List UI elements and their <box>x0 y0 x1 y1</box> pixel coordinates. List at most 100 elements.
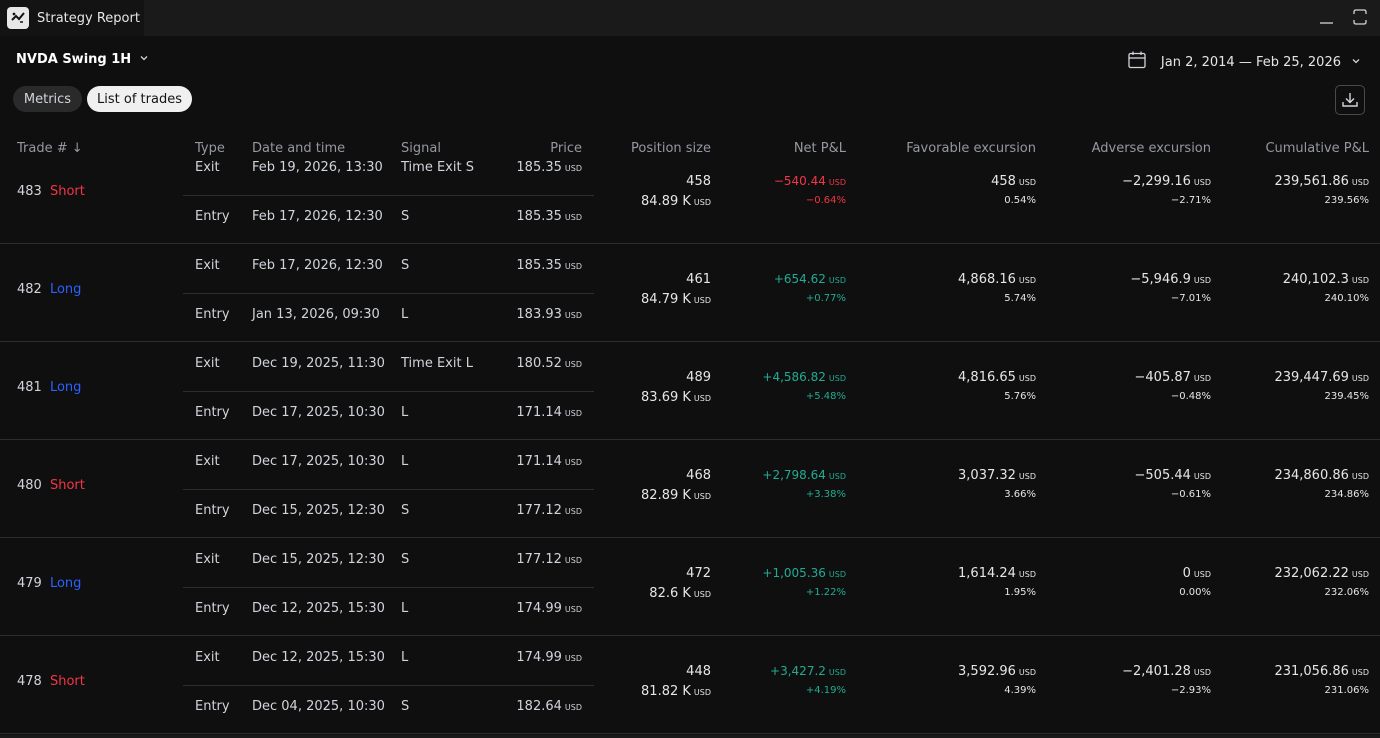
date-range-selector[interactable]: Jan 2, 2014 — Feb 25, 2026 <box>1127 50 1361 74</box>
app-logo-icon <box>7 7 29 29</box>
trade-number: 478 <box>17 674 42 689</box>
date-range-label: Jan 2, 2014 — Feb 25, 2026 <box>1160 54 1341 70</box>
maximize-icon[interactable] <box>1352 8 1372 28</box>
position-qty: 472 <box>686 566 711 581</box>
currency-label: USD <box>564 164 582 173</box>
favorable-excursion: 4,868.16 USD <box>958 272 1036 287</box>
exit-price: 171.14 USD <box>516 454 582 469</box>
currency-label: USD <box>564 458 582 467</box>
column-header-price: Price <box>550 141 582 156</box>
download-button[interactable] <box>1335 85 1365 115</box>
column-header-signal: Signal <box>401 141 441 156</box>
exit-price-value: 177.12 <box>516 552 562 567</box>
currency-label: USD <box>693 590 711 599</box>
entry-datetime: Jan 13, 2026, 09:30 <box>252 307 380 322</box>
cumulative-pl-value: 232,062.22 <box>1274 566 1349 581</box>
adverse-excursion-percent: −2.93% <box>1170 685 1211 696</box>
net-pl-value: +3,427.2 <box>770 664 826 678</box>
favorable-excursion: 4,816.65 USD <box>958 370 1036 385</box>
column-header-trade[interactable]: Trade # ↓ <box>17 141 83 156</box>
currency-label: USD <box>693 394 711 403</box>
net-pl: +4,586.82 USD <box>762 370 846 384</box>
strategy-name: NVDA Swing 1H <box>16 52 132 67</box>
cumulative-pl-percent: 240.10% <box>1324 293 1370 304</box>
entry-type: Entry <box>195 699 230 714</box>
tab-list-of-trades[interactable]: List of trades <box>87 86 192 112</box>
adverse-excursion-percent: −0.48% <box>1170 391 1211 402</box>
exit-datetime: Dec 19, 2025, 11:30 <box>252 356 385 371</box>
table-row[interactable]: 480 Short Exit Dec 17, 2025, 10:30 L 171… <box>0 440 1380 538</box>
net-pl: +654.62 USD <box>774 272 846 286</box>
tab-metrics[interactable]: Metrics <box>13 86 82 112</box>
position-value-amount: 82.89 K <box>641 488 691 503</box>
entry-datetime: Dec 17, 2025, 10:30 <box>252 405 385 420</box>
position-qty: 468 <box>686 468 711 483</box>
table-row[interactable]: 482 Long Exit Feb 17, 2026, 12:30 S 185.… <box>0 244 1380 342</box>
minimize-icon[interactable] <box>1318 8 1338 28</box>
table-row[interactable]: 483 Short Exit Feb 19, 2026, 13:30 Time … <box>0 158 1380 244</box>
trade-number-cell: 481 Long <box>17 380 81 395</box>
exit-signal: Time Exit S <box>401 160 474 175</box>
currency-label: USD <box>564 262 582 271</box>
favorable-excursion-value: 3,592.96 <box>958 664 1016 679</box>
entry-type: Entry <box>195 405 230 420</box>
currency-label: USD <box>1018 276 1036 285</box>
favorable-excursion-value: 4,868.16 <box>958 272 1016 287</box>
currency-label: USD <box>693 296 711 305</box>
cumulative-pl-value: 231,056.86 <box>1274 664 1349 679</box>
row-divider <box>183 391 594 392</box>
trade-number-cell: 482 Long <box>17 282 81 297</box>
trade-number-cell: 479 Long <box>17 576 81 591</box>
trade-number-cell: 480 Short <box>17 478 85 493</box>
table-row[interactable]: 481 Long Exit Dec 19, 2025, 11:30 Time E… <box>0 342 1380 440</box>
entry-price-value: 183.93 <box>516 307 562 322</box>
exit-signal: L <box>401 650 409 665</box>
net-pl-value: +4,586.82 <box>762 370 826 384</box>
cumulative-pl: 234,860.86 USD <box>1274 468 1369 483</box>
exit-price-value: 180.52 <box>516 356 562 371</box>
favorable-excursion-percent: 3.66% <box>1004 489 1036 500</box>
row-divider <box>183 587 594 588</box>
entry-price: 185.35 USD <box>516 209 582 224</box>
entry-price-value: 185.35 <box>516 209 562 224</box>
exit-price-value: 171.14 <box>516 454 562 469</box>
currency-label: USD <box>1018 374 1036 383</box>
position-value: 83.69 K USD <box>641 390 711 405</box>
adverse-excursion: −2,299.16 USD <box>1122 174 1211 189</box>
adverse-excursion: 0 USD <box>1183 566 1211 581</box>
column-header-type: Type <box>195 141 225 156</box>
currency-label: USD <box>828 472 846 481</box>
adverse-excursion: −2,401.28 USD <box>1122 664 1211 679</box>
table-row[interactable]: 479 Long Exit Dec 15, 2025, 12:30 S 177.… <box>0 538 1380 636</box>
currency-label: USD <box>693 688 711 697</box>
position-value-amount: 83.69 K <box>641 390 691 405</box>
exit-datetime: Feb 19, 2026, 13:30 <box>252 160 383 175</box>
strategy-report-tab[interactable]: Strategy Report <box>0 0 144 36</box>
exit-type: Exit <box>195 258 220 273</box>
favorable-excursion-value: 4,816.65 <box>958 370 1016 385</box>
currency-label: USD <box>1018 472 1036 481</box>
chevron-down-icon <box>1351 55 1361 70</box>
currency-label: USD <box>1018 570 1036 579</box>
trade-side: Short <box>49 674 85 689</box>
position-value-amount: 82.6 K <box>649 586 691 601</box>
currency-label: USD <box>1193 472 1211 481</box>
entry-price: 171.14 USD <box>516 405 582 420</box>
exit-price: 174.99 USD <box>516 650 582 665</box>
cumulative-pl-percent: 239.56% <box>1324 195 1370 206</box>
exit-datetime: Feb 17, 2026, 12:30 <box>252 258 383 273</box>
currency-label: USD <box>693 492 711 501</box>
exit-price: 185.35 USD <box>516 258 582 273</box>
net-pl-value: −540.44 <box>773 174 826 188</box>
currency-label: USD <box>1018 178 1036 187</box>
adverse-excursion: −5,946.9 USD <box>1130 272 1211 287</box>
table-row[interactable]: 478 Short Exit Dec 12, 2025, 15:30 L 174… <box>0 636 1380 734</box>
currency-label: USD <box>564 556 582 565</box>
strategy-selector[interactable]: NVDA Swing 1H <box>16 52 149 67</box>
exit-signal: Time Exit L <box>401 356 473 371</box>
entry-type: Entry <box>195 307 230 322</box>
currency-label: USD <box>564 654 582 663</box>
adverse-excursion-value: −2,299.16 <box>1122 174 1191 189</box>
currency-label: USD <box>828 570 846 579</box>
position-value: 82.6 K USD <box>649 586 711 601</box>
